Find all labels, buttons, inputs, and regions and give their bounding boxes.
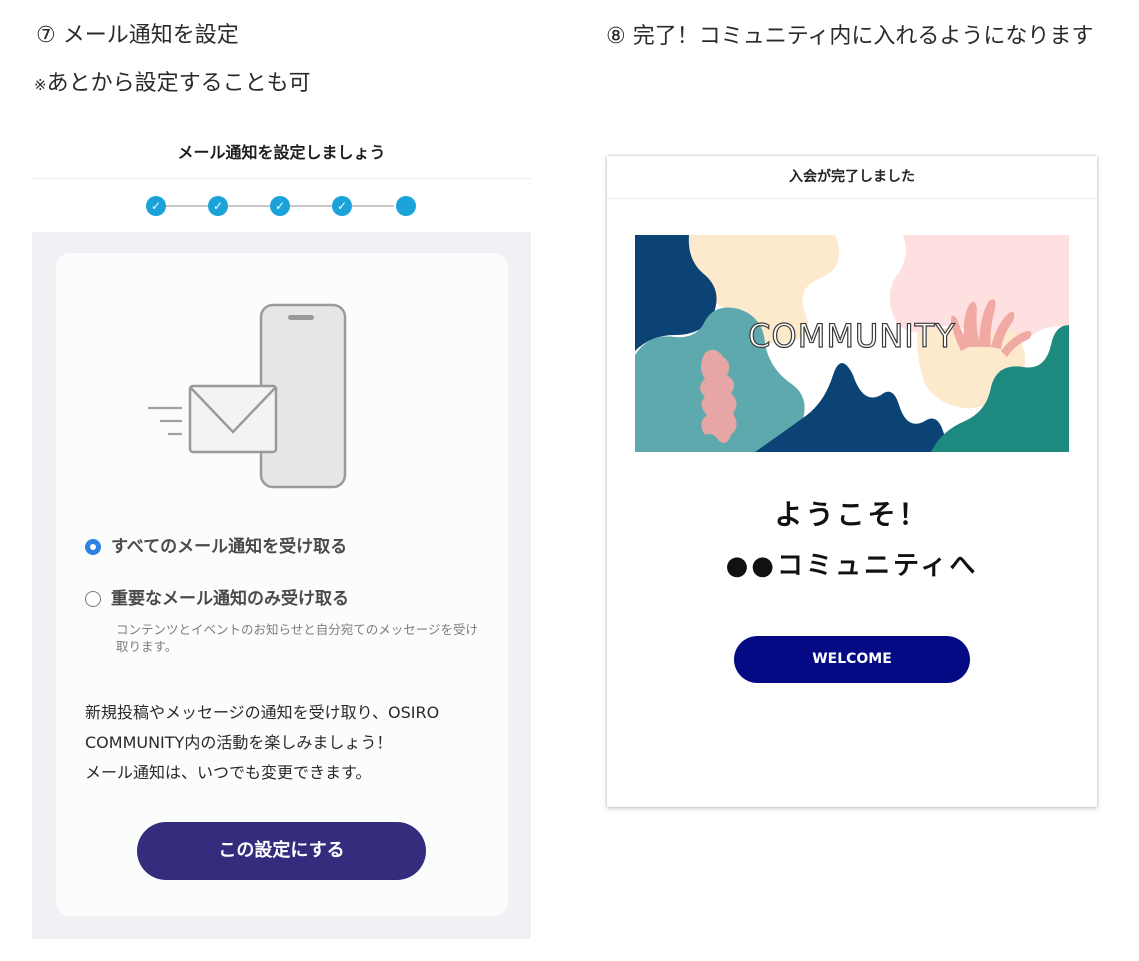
step-current-dot bbox=[396, 196, 416, 216]
email-notification-illustration bbox=[148, 303, 347, 489]
motion-lines-icon bbox=[148, 406, 182, 436]
step-complete-check-icon: ✓ bbox=[146, 196, 166, 216]
stepper-line bbox=[166, 205, 208, 207]
email-settings-header: メール通知を設定しましょう bbox=[32, 140, 531, 179]
stepper-line bbox=[290, 205, 332, 207]
radio-option-label: 重要なメール通知のみ受け取る bbox=[111, 589, 349, 609]
radio-option-important[interactable]: 重要なメール通知のみ受け取る bbox=[85, 588, 349, 610]
step7-title: ⑦ メール通知を設定 bbox=[36, 23, 239, 48]
radio-unchecked-icon[interactable] bbox=[85, 591, 101, 607]
note-text: あとから設定することも可 bbox=[46, 71, 311, 96]
radio-option-all[interactable]: すべてのメール通知を受け取る bbox=[85, 536, 347, 558]
step-complete-check-icon: ✓ bbox=[332, 196, 352, 216]
note-mark: ※ bbox=[34, 76, 47, 94]
stepper-line bbox=[228, 205, 270, 207]
completion-header: 入会が完了しました bbox=[607, 156, 1097, 199]
description-line: COMMUNITY内の活動を楽しみましょう！ bbox=[85, 733, 393, 752]
step-complete-check-icon: ✓ bbox=[270, 196, 290, 216]
step-complete-check-icon: ✓ bbox=[208, 196, 228, 216]
welcome-button[interactable]: WELCOME bbox=[734, 636, 970, 683]
description-line: 新規投稿やメッセージの通知を受け取り、OSIRO bbox=[85, 703, 440, 722]
notification-description: 新規投稿やメッセージの通知を受け取り、OSIRO COMMUNITY内の活動を楽… bbox=[85, 698, 485, 788]
radio-checked-icon[interactable] bbox=[85, 539, 101, 555]
step8-title: ⑧ 完了！コミュニティ内に入れるようになります bbox=[606, 24, 1094, 49]
welcome-subheading: ●●コミュニティへ bbox=[725, 551, 979, 581]
progress-stepper: ✓ ✓ ✓ ✓ bbox=[146, 196, 418, 216]
radio-option-description: コンテンツとイベントのお知らせと自分宛てのメッセージを受け取ります。 bbox=[116, 622, 479, 654]
banner-title: COMMUNITY bbox=[748, 317, 956, 355]
step7-note: ※あとから設定することも可 bbox=[34, 68, 311, 101]
description-line: メール通知は、いつでも変更できます。 bbox=[85, 763, 372, 782]
radio-option-label: すべてのメール通知を受け取る bbox=[111, 537, 348, 557]
envelope-icon bbox=[188, 384, 278, 454]
apply-settings-button[interactable]: この設定にする bbox=[137, 822, 426, 880]
welcome-heading: ようこそ！ bbox=[774, 498, 930, 531]
community-banner: COMMUNITY bbox=[635, 235, 1069, 452]
stepper-line bbox=[352, 205, 394, 207]
